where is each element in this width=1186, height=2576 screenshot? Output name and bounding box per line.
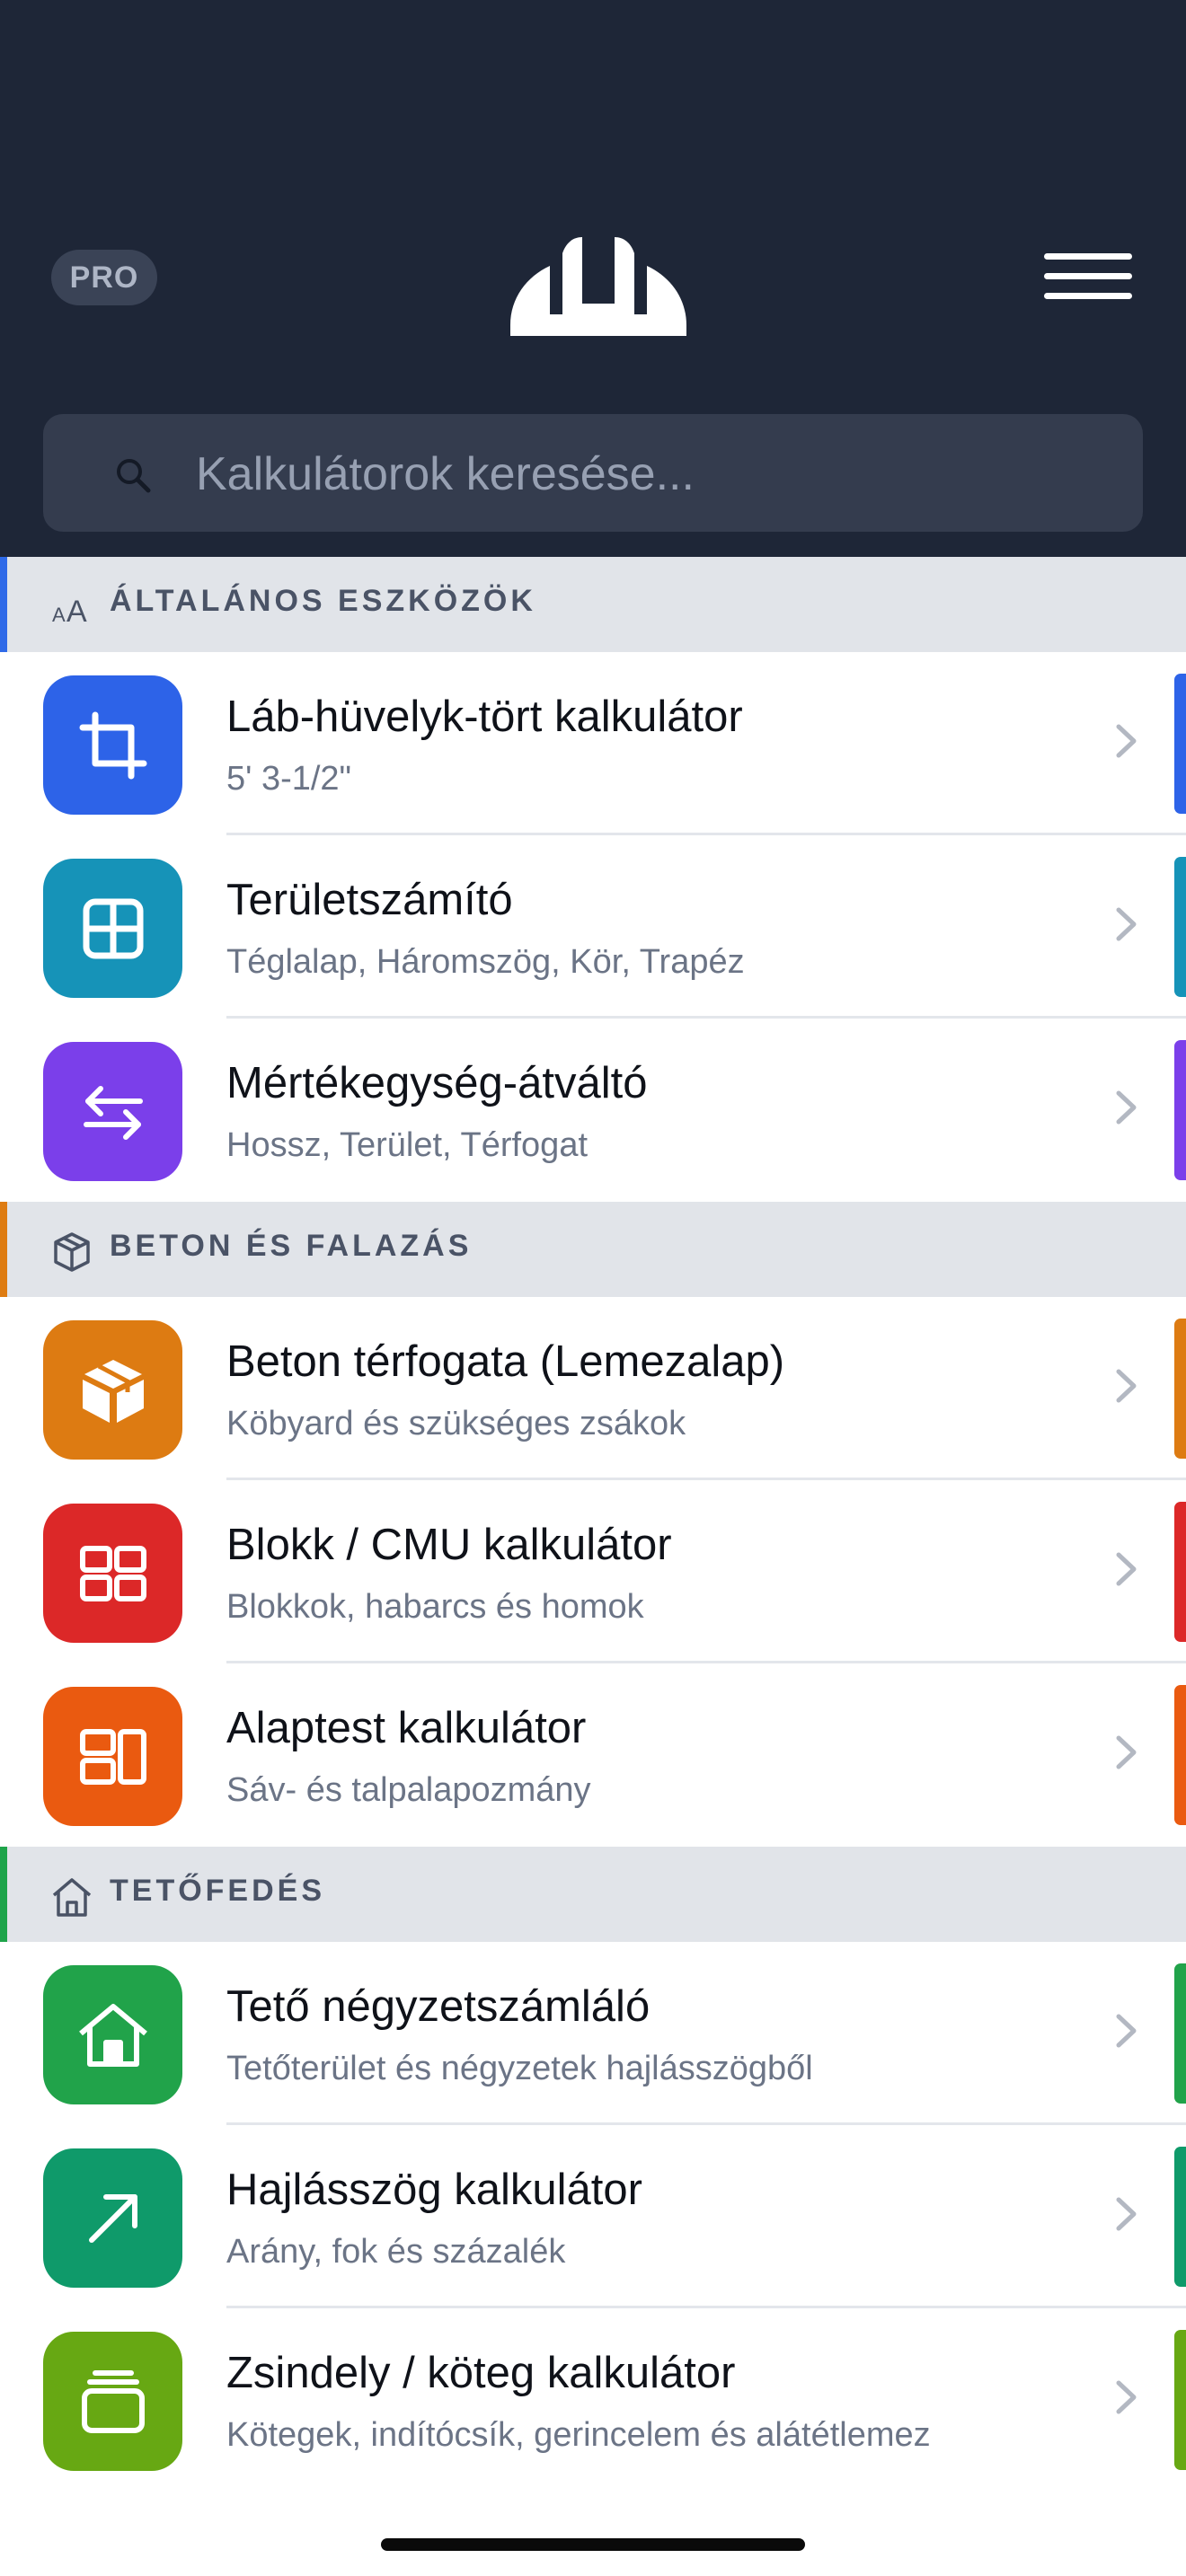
blocks-icon	[79, 1545, 146, 1601]
home-indicator[interactable]	[381, 2538, 805, 2551]
house-outline-icon	[52, 1878, 92, 1917]
item-subtitle: Téglalap, Háromszög, Kör, Trapéz	[226, 943, 745, 981]
section-header-general-tools: A A ÁLTALÁNOS ESZKÖZÖK	[0, 557, 1186, 652]
accent-bar	[1174, 1040, 1186, 1180]
list-item-concrete-volume[interactable]: Beton térfogata (Lemezalap) Köbyard és s…	[0, 1297, 1186, 1480]
svg-text:A: A	[52, 604, 66, 626]
section-title: TETŐFEDÉS	[110, 1874, 326, 1908]
accent-bar	[1174, 2147, 1186, 2287]
chevron-right-icon	[1116, 1369, 1137, 1403]
item-title: Beton térfogata (Lemezalap)	[226, 1337, 785, 1386]
grid-square-icon	[83, 898, 143, 958]
accent-bar	[1174, 2330, 1186, 2470]
chevron-right-icon	[1116, 724, 1137, 758]
accent-bar	[1174, 1685, 1186, 1825]
svg-text:A: A	[66, 595, 87, 629]
section-title: ÁLTALÁNOS ESZKÖZÖK	[110, 584, 536, 618]
item-title: Láb-hüvelyk-tört kalkulátor	[226, 693, 743, 741]
list-item-shingle-bundle[interactable]: Zsindely / köteg kalkulátor Kötegek, ind…	[0, 2308, 1186, 2492]
chevron-right-icon	[1116, 1735, 1137, 1769]
swap-arrows-icon	[83, 1085, 143, 1140]
item-subtitle: Hossz, Terület, Térfogat	[226, 1126, 589, 1164]
cube-outline-icon	[54, 1232, 90, 1272]
footing-icon	[79, 1728, 146, 1785]
accent-bar	[1174, 1502, 1186, 1642]
crop-icon	[79, 711, 146, 779]
section-header-roofing: TETŐFEDÉS	[0, 1847, 1186, 1942]
hard-hat-logo-icon	[510, 237, 686, 336]
chevron-right-icon	[1116, 1552, 1137, 1586]
list-item-pitch-calculator[interactable]: Hajlásszög kalkulátor Arány, fok és száz…	[0, 2125, 1186, 2308]
item-subtitle: Blokkok, habarcs és homok	[226, 1588, 644, 1626]
hamburger-menu-icon[interactable]	[1040, 250, 1136, 304]
pro-badge[interactable]: PRO	[51, 250, 157, 305]
list-item-roof-squares[interactable]: Tető négyzetszámláló Tetőterület és négy…	[0, 1942, 1186, 2125]
chevron-right-icon	[1116, 2380, 1137, 2414]
text-size-icon: A A	[52, 595, 87, 629]
item-title: Blokk / CMU kalkulátor	[226, 1521, 672, 1569]
list-item-feet-inch-calculator[interactable]: Láb-hüvelyk-tört kalkulátor 5' 3-1/2"	[0, 652, 1186, 835]
box-icon	[82, 1359, 144, 1423]
item-subtitle: Tetőterület és négyzetek hajlásszögből	[226, 2050, 813, 2087]
list-item-footing-calculator[interactable]: Alaptest kalkulátor Sáv- és talpalapozmá…	[0, 1663, 1186, 1847]
item-title: Alaptest kalkulátor	[226, 1704, 587, 1752]
item-title: Hajlásszög kalkulátor	[226, 2166, 642, 2214]
house-icon	[78, 2003, 147, 2067]
search-icon	[117, 459, 151, 493]
accent-bar	[1174, 857, 1186, 997]
accent-bar	[1174, 1319, 1186, 1459]
stack-icon	[81, 2369, 145, 2433]
section-title: BETON ÉS FALAZÁS	[110, 1229, 473, 1263]
item-subtitle: Kötegek, indítócsík, gerincelem és aláté…	[226, 2416, 931, 2454]
chevron-right-icon	[1116, 2014, 1137, 2048]
accent-bar	[1174, 674, 1186, 814]
chevron-right-icon	[1116, 2197, 1137, 2231]
arrow-up-right-icon	[88, 2193, 137, 2243]
accent-bar	[1174, 1963, 1186, 2104]
search-input[interactable]	[194, 441, 1114, 507]
section-header-concrete-masonry: BETON ÉS FALAZÁS	[0, 1202, 1186, 1297]
app-header: PRO	[0, 0, 1186, 557]
item-title: Tető négyzetszámláló	[226, 1982, 651, 2031]
item-title: Területszámító	[226, 876, 513, 924]
item-subtitle: Köbyard és szükséges zsákok	[226, 1405, 686, 1442]
list-item-unit-converter[interactable]: Mértékegység-átváltó Hossz, Terület, Tér…	[0, 1019, 1186, 1202]
item-title: Mértékegység-átváltó	[226, 1059, 648, 1107]
chevron-right-icon	[1116, 907, 1137, 941]
item-subtitle: Sáv- és talpalapozmány	[226, 1771, 591, 1809]
chevron-right-icon	[1116, 1090, 1137, 1125]
list-item-area-calculator[interactable]: Területszámító Téglalap, Háromszög, Kör,…	[0, 835, 1186, 1019]
item-title: Zsindely / köteg kalkulátor	[226, 2349, 736, 2397]
item-subtitle: Arány, fok és százalék	[226, 2233, 566, 2271]
list-item-block-cmu[interactable]: Blokk / CMU kalkulátor Blokkok, habarcs …	[0, 1480, 1186, 1663]
search-bar[interactable]	[43, 414, 1143, 532]
item-subtitle: 5' 3-1/2"	[226, 760, 352, 798]
